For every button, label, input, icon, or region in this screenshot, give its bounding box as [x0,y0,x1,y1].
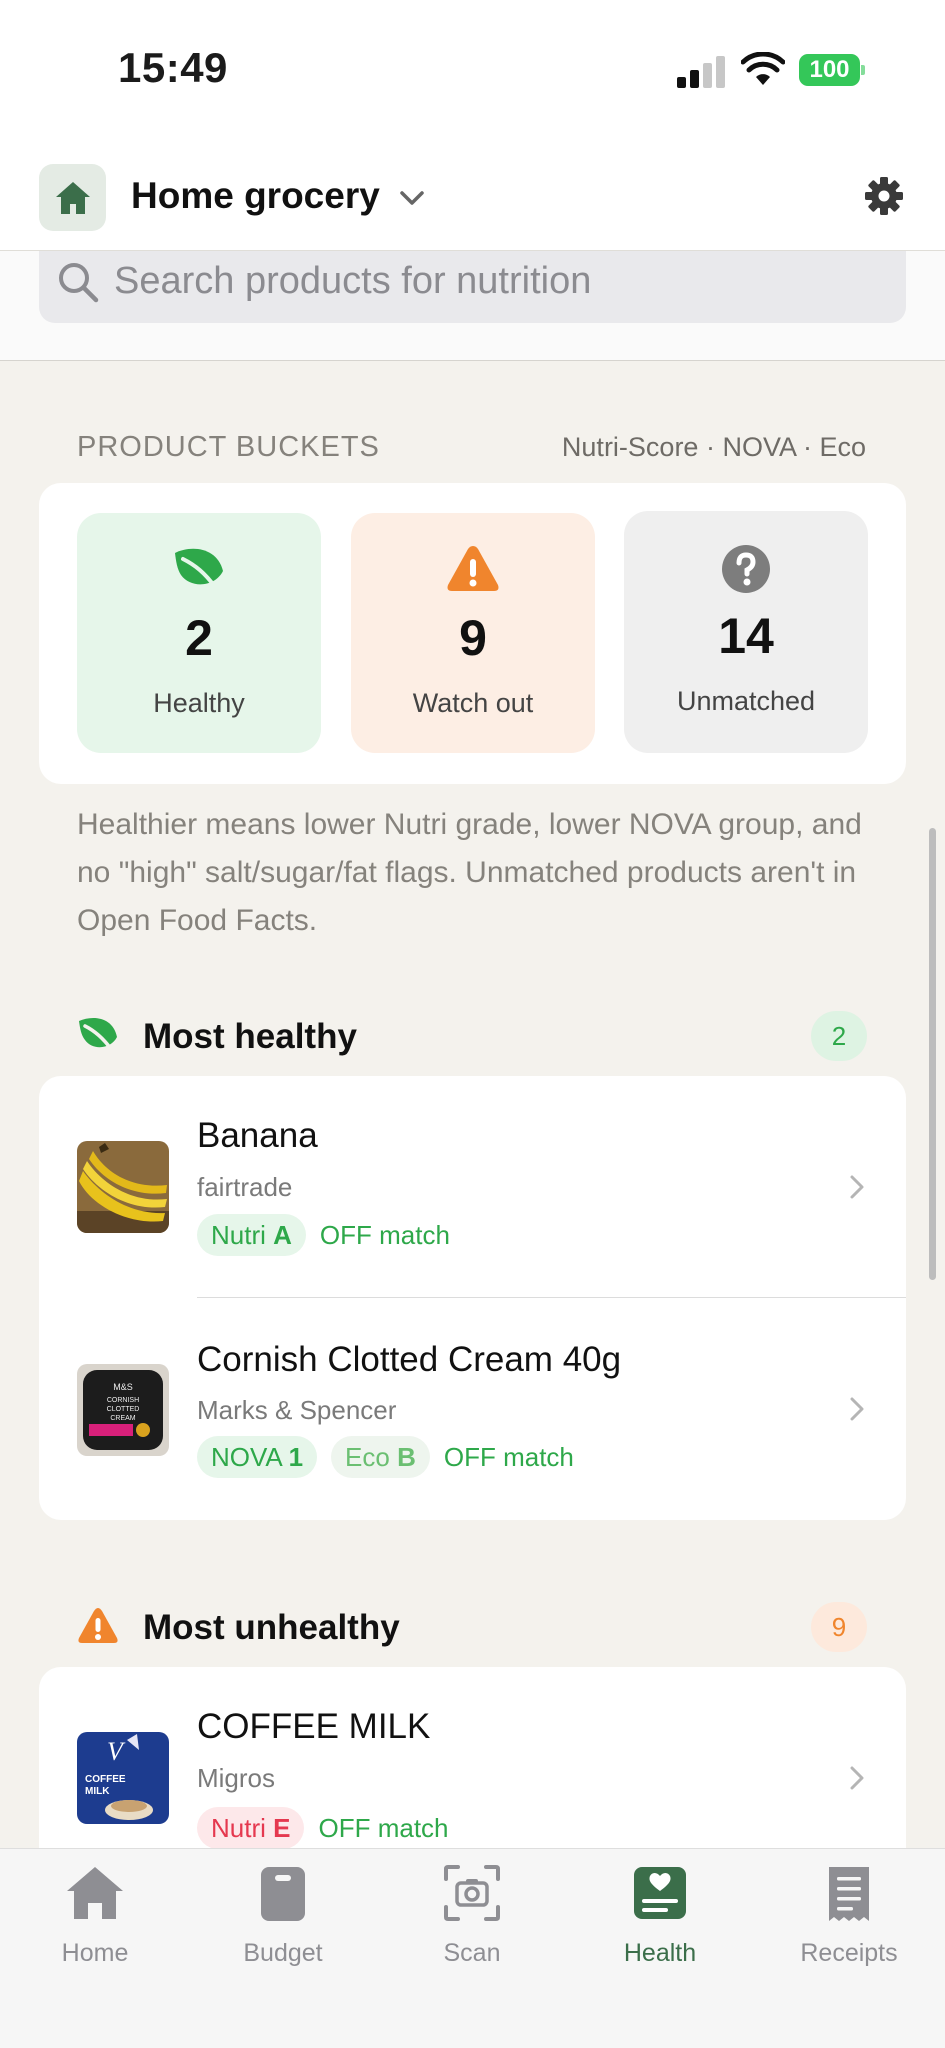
app-header: Home grocery [0,150,945,251]
question-circle-icon [722,545,770,593]
health-card-icon [634,1867,686,1919]
tab-label: Receipts [800,1939,898,1967]
off-match-label: OFF match [318,1812,449,1843]
tab-receipts[interactable]: Receipts [774,1863,924,1973]
bucket-count: 14 [718,608,774,664]
product-name: COFFEE MILK [197,1707,431,1746]
tab-label: Home [61,1939,129,1967]
product-brand: Marks & Spencer [197,1395,397,1425]
tab-label: Scan [443,1939,501,1967]
leaf-icon [79,1018,117,1051]
cellular-signal-icon [677,56,725,88]
bucket-count: 2 [185,610,213,666]
buckets-explainer: Healthier means lower Nutri grade, lower… [77,808,862,937]
nova-tag: NOVA 1 [197,1436,318,1478]
search-placeholder: Search products for nutrition [114,260,592,302]
search-input[interactable]: Search products for nutrition [39,251,906,323]
off-match-label: OFF match [319,1219,450,1250]
most-unhealthy-list: V COFFEE MILK COFFEE MILK Migros Nutri E… [39,1667,906,1848]
count-badge: 2 [811,1011,867,1061]
tab-home[interactable]: Home [20,1863,170,1973]
svg-text:CREAM: CREAM [110,1415,135,1422]
chevron-right-icon [850,1175,864,1199]
chevron-down-icon[interactable] [398,184,426,212]
tab-budget[interactable]: Budget [208,1863,358,1973]
household-button[interactable] [39,164,106,231]
chevron-right-icon [850,1397,864,1421]
clipboard-icon [261,1867,305,1921]
eco-tag: Eco B [331,1436,430,1478]
tag-row: Nutri E OFF match [197,1807,449,1848]
tab-label: Health [623,1939,697,1967]
tab-scan[interactable]: Scan [397,1863,547,1973]
status-time: 15:49 [118,44,228,91]
section-title: Most unhealthy [143,1608,400,1647]
battery-icon: 100 [799,54,865,86]
bucket-count: 9 [459,610,487,666]
svg-text:MILK: MILK [85,1786,110,1797]
search-area: Search products for nutrition [0,251,945,361]
tab-label: Budget [243,1939,323,1967]
search-icon [59,263,99,303]
product-name: Banana [197,1116,318,1155]
nutri-tag: Nutri A [197,1214,306,1256]
leaf-icon [175,548,223,589]
scrollbar[interactable] [929,828,936,1280]
most-healthy-header: Most healthy 2 [77,1011,867,1061]
product-name: Cornish Clotted Cream 40g [197,1340,622,1379]
camera-icon [444,1865,500,1921]
warning-icon [78,1608,118,1643]
tag-row: Nutri A OFF match [197,1214,450,1256]
product-thumbnail: M&S CORNISH CLOTTED CREAM [77,1364,169,1456]
product-thumbnail: V COFFEE MILK [77,1732,169,1824]
svg-text:M&S: M&S [113,1382,133,1392]
chevron-right-icon [850,1766,864,1790]
household-title[interactable]: Home grocery [131,175,380,217]
bucket-unmatched[interactable]: 14 Unmatched [624,511,868,753]
battery-level: 100 [799,54,860,86]
buckets-section-meta: Nutri-Score · NOVA · Eco [561,432,866,462]
product-row[interactable]: Banana fairtrade Nutri A OFF match [39,1076,906,1298]
wifi-icon [741,52,785,85]
product-brand: Migros [197,1763,276,1793]
receipt-icon [829,1867,869,1921]
product-row[interactable]: M&S CORNISH CLOTTED CREAM Cornish Clotte… [39,1298,906,1520]
product-thumbnail [77,1141,169,1233]
bucket-label: Unmatched [676,686,816,716]
tab-health[interactable]: Health [585,1863,735,1973]
gear-icon[interactable] [864,176,904,216]
bucket-label: Healthy [153,688,245,718]
bucket-healthy[interactable]: 2 Healthy [77,513,321,753]
svg-text:COFFEE: COFFEE [85,1774,126,1785]
count-badge: 9 [811,1602,867,1652]
section-title: Most healthy [143,1017,357,1056]
most-healthy-list: Banana fairtrade Nutri A OFF match M&S C… [39,1076,906,1520]
bucket-label: Watch out [412,688,534,718]
svg-text:CORNISH: CORNISH [107,1397,139,1404]
status-bar: 15:49 100 [0,0,945,150]
house-icon [67,1867,123,1919]
house-icon [55,181,90,214]
buckets-section-label: PRODUCT BUCKETS [77,431,380,463]
svg-text:CLOTTED: CLOTTED [107,1406,140,1413]
bucket-watch-out[interactable]: 9 Watch out [351,513,595,753]
product-row[interactable]: V COFFEE MILK COFFEE MILK Migros Nutri E… [39,1667,906,1848]
buckets-card: 2 Healthy 9 Watch out 14 Unmatched [39,483,906,784]
off-match-label: OFF match [443,1441,574,1472]
nutri-tag: Nutri E [197,1807,305,1848]
most-unhealthy-header: Most unhealthy 9 [77,1602,867,1652]
product-brand: fairtrade [197,1172,293,1202]
warning-icon [447,546,499,591]
tab-bar: Home Budget Scan Health Receipts [0,1848,945,2048]
tag-row: NOVA 1 Eco B OFF match [197,1436,574,1478]
